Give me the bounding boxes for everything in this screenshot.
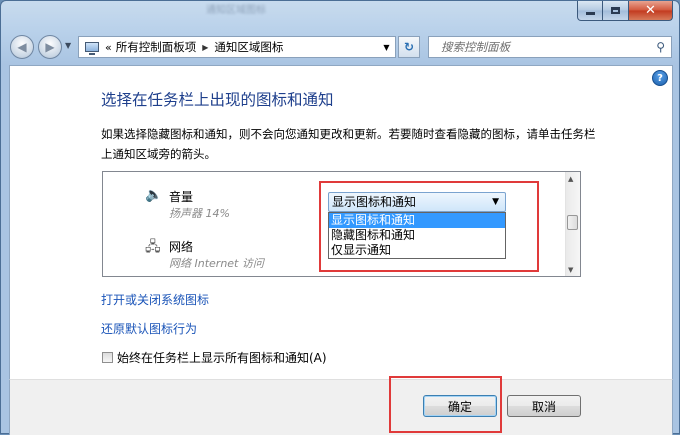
cancel-button[interactable]: 取消	[507, 395, 581, 417]
maximize-button[interactable]	[603, 1, 629, 21]
always-show-checkbox[interactable]	[102, 352, 113, 363]
caption-buttons: ✕	[577, 1, 673, 21]
page-title: 选择在任务栏上出现的图标和通知	[101, 91, 334, 109]
refresh-icon: ↻	[403, 40, 415, 54]
address-bar[interactable]: « 所有控制面板项 ▶ 通知区域图标 ▼	[78, 36, 396, 58]
minimize-icon	[585, 12, 595, 15]
address-dropdown[interactable]: ▼	[378, 37, 395, 57]
close-button[interactable]: ✕	[629, 1, 673, 21]
minimize-button[interactable]	[577, 1, 603, 21]
annotation-highlight-ok	[389, 376, 502, 433]
close-icon: ✕	[645, 3, 656, 18]
back-arrow-icon: ◀	[17, 40, 27, 54]
system-icons-link[interactable]: 打开或关闭系统图标	[101, 291, 209, 308]
background-window-title: 通知区域图标	[206, 5, 266, 16]
back-button[interactable]: ◀	[10, 35, 34, 59]
content-pane: ? 选择在任务栏上出现的图标和通知 如果选择隐藏图标和通知，则不会向您通知更改和…	[9, 65, 673, 379]
list-item-subtitle: 扬声器 14%	[169, 207, 230, 220]
control-panel-icon	[85, 42, 99, 55]
breadcrumb-separator-icon[interactable]: ▶	[202, 43, 208, 52]
button-bar: 确定 取消	[9, 379, 673, 435]
scroll-thumb[interactable]	[567, 215, 578, 230]
list-scrollbar[interactable]: ▲ ▼	[565, 172, 580, 276]
search-box[interactable]: 搜索控制面板 ⚲	[428, 36, 672, 58]
address-overflow-chevron[interactable]: «	[105, 41, 112, 54]
maximize-icon	[611, 7, 620, 14]
scroll-up-icon[interactable]: ▲	[568, 175, 573, 183]
help-icon[interactable]: ?	[652, 70, 668, 86]
list-item-name: 音量	[169, 190, 194, 204]
annotation-highlight-dropdown	[319, 181, 539, 272]
page-description: 如果选择隐藏图标和通知，则不会向您通知更改和更新。若要随时查看隐藏的图标，请单击…	[101, 127, 596, 161]
always-show-checkbox-row[interactable]: 始终在任务栏上显示所有图标和通知(A)	[102, 349, 327, 366]
chevron-down-icon: ▼	[383, 42, 390, 52]
chevron-down-icon: ▼	[65, 41, 72, 50]
forward-button[interactable]: ▶	[38, 35, 62, 59]
breadcrumb-all-items[interactable]: 所有控制面板项	[116, 39, 197, 55]
forward-arrow-icon: ▶	[45, 40, 55, 54]
search-input[interactable]: 搜索控制面板	[441, 39, 510, 55]
scroll-down-icon[interactable]: ▼	[568, 266, 573, 274]
refresh-button[interactable]: ↻	[398, 36, 420, 58]
list-item-subtitle: 网络 Internet 访问	[169, 257, 264, 270]
search-icon[interactable]: ⚲	[656, 40, 665, 54]
restore-default-link[interactable]: 还原默认图标行为	[101, 320, 197, 337]
control-panel-window: 通知区域图标 ✕ ◀ ▶ ▼ « 所有控制面板项 ▶ 通知区域图标 ▼ ↻ 搜索…	[0, 0, 680, 435]
list-item-name: 网络	[169, 240, 194, 254]
recent-pages-dropdown[interactable]: ▼	[65, 41, 71, 50]
network-icon: 🖧	[145, 239, 161, 255]
breadcrumb-notification-icons[interactable]: 通知区域图标	[214, 39, 283, 55]
speaker-icon: 🔈	[145, 187, 163, 203]
always-show-label[interactable]: 始终在任务栏上显示所有图标和通知(A)	[117, 349, 327, 366]
